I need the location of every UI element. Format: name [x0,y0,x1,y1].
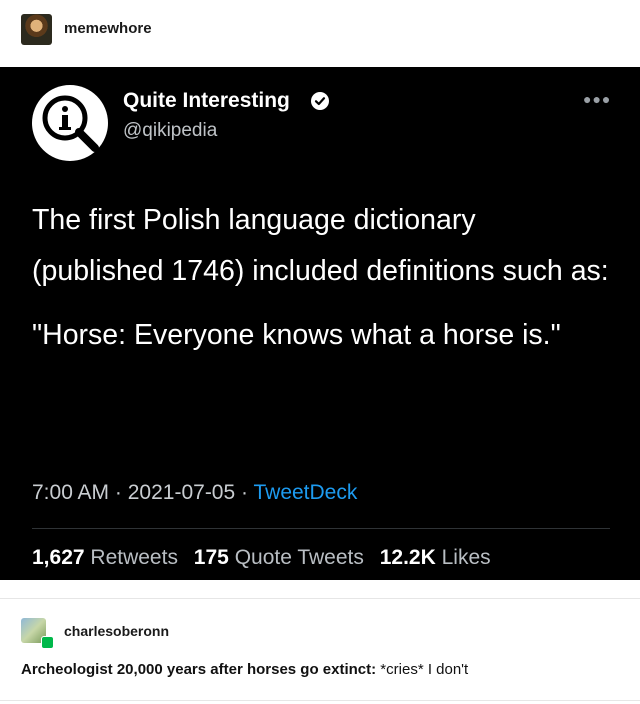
meta-separator: · [241,481,249,504]
tweet-screenshot: Quite Interesting @qikipedia ●●● The fir… [0,67,640,580]
tweet-stats: 1,627 Retweets 175 Quote Tweets 12.2K Li… [32,546,501,570]
likes-stat[interactable]: 12.2K Likes [380,546,491,569]
reblog-author[interactable]: charlesoberonn [64,623,169,639]
retweets-stat[interactable]: 1,627 Retweets [32,546,178,569]
quotes-label: Quote Tweets [234,546,364,569]
tweet-time[interactable]: 7:00 AM [32,481,109,504]
tweet-paragraph: The first Polish language dictionary (pu… [32,204,609,287]
verified-badge-icon [311,92,329,110]
tweet-source-link[interactable]: TweetDeck [253,481,357,504]
retweets-count: 1,627 [32,546,85,569]
avatar[interactable] [21,14,52,45]
reblog-text-bold: Archeologist 20,000 years after horses g… [21,661,377,678]
tweet-paragraph: "Horse: Everyone knows what a horse is." [32,319,561,351]
quotes-count: 175 [193,546,229,569]
likes-count: 12.2K [379,546,436,569]
tweet-text: The first Polish language dictionary (pu… [32,195,612,374]
online-badge-icon [41,636,54,649]
likes-label: Likes [441,546,491,569]
tweet-meta: 7:00 AM · 2021-07-05 · TweetDeck [32,481,357,505]
post-header: memewhore [0,0,640,67]
reblog-text-rest: *cries* I don't [376,661,469,678]
meta-separator: · [114,481,122,504]
quote-tweets-stat[interactable]: 175 Quote Tweets [194,546,364,569]
post-author[interactable]: memewhore [64,20,152,37]
account-name[interactable]: Quite Interesting [123,89,290,113]
reblog-comment: Archeologist 20,000 years after horses g… [21,661,468,678]
post-separator [0,598,640,599]
more-options-icon[interactable]: ●●● [583,91,611,107]
divider [32,528,610,529]
account-handle[interactable]: @qikipedia [123,120,217,142]
tweet-date[interactable]: 2021-07-05 [128,481,235,504]
qi-logo-icon [32,85,108,161]
bottom-divider [0,700,640,701]
retweets-label: Retweets [90,546,178,569]
